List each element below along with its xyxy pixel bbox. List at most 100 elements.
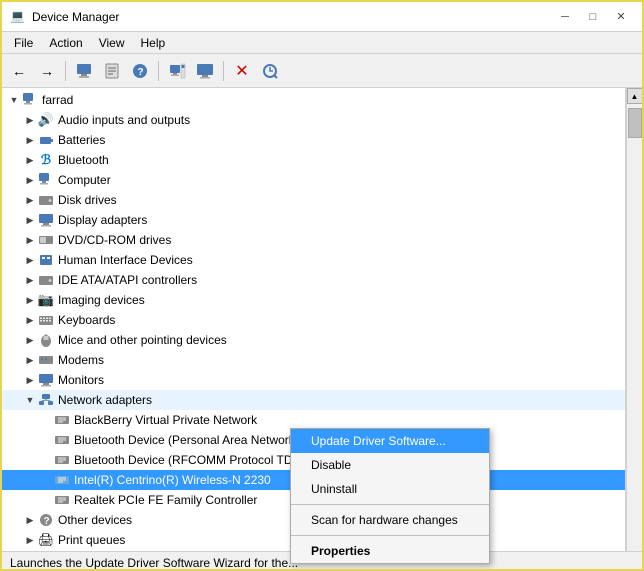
close-button[interactable]: ✕ (608, 8, 634, 26)
tree-item-mice[interactable]: ▶ Mice and other pointing devices (2, 330, 625, 350)
context-sep2 (291, 535, 489, 536)
toolbar-computer[interactable] (71, 58, 97, 84)
imaging-label: Imaging devices (58, 293, 145, 307)
menu-action[interactable]: Action (41, 34, 90, 51)
toolbar-scan[interactable] (257, 58, 283, 84)
context-properties[interactable]: Properties (291, 539, 489, 563)
status-text: Launches the Update Driver Software Wiza… (10, 556, 298, 570)
intel-label: Intel(R) Centrino(R) Wireless-N 2230 (74, 473, 271, 487)
title-bar: 💻 Device Manager ─ □ ✕ (2, 2, 642, 32)
networkadapters-label: Network adapters (58, 393, 152, 407)
tree-item-imaging[interactable]: ▶ 📷 Imaging devices (2, 290, 625, 310)
tree-item-modems[interactable]: ▶ Modems (2, 350, 625, 370)
menu-help[interactable]: Help (133, 34, 174, 51)
svg-text:?: ? (138, 67, 144, 78)
realtek-icon (54, 492, 70, 508)
mice-arrow: ▶ (22, 332, 38, 348)
root-label: farrad (42, 93, 73, 107)
bluetooth-arrow: ▶ (22, 152, 38, 168)
displayadapters-arrow: ▶ (22, 212, 38, 228)
ide-label: IDE ATA/ATAPI controllers (58, 273, 197, 287)
otherdevices-icon: ? (38, 512, 54, 528)
app-icon: 💻 (10, 9, 26, 25)
toolbar: ← → ? (2, 54, 642, 88)
keyboards-icon (38, 312, 54, 328)
context-menu: Update Driver Software... Disable Uninst… (290, 428, 490, 564)
realtek-label: Realtek PCIe FE Family Controller (74, 493, 257, 507)
modems-arrow: ▶ (22, 352, 38, 368)
monitor-icon (196, 62, 214, 80)
network-icon (38, 392, 54, 408)
tree-item-audio[interactable]: ▶ 🔊 Audio inputs and outputs (2, 110, 625, 130)
tree-item-ide[interactable]: ▶ IDE ATA/ATAPI controllers (2, 270, 625, 290)
computer-icon (75, 62, 93, 80)
audio-label: Audio inputs and outputs (58, 113, 190, 127)
toolbar-monitor[interactable] (192, 58, 218, 84)
menu-bar: File Action View Help (2, 32, 642, 54)
modems-icon (38, 352, 54, 368)
properties-icon (103, 62, 121, 80)
computer-label: Computer (58, 173, 111, 187)
hid-label: Human Interface Devices (58, 253, 193, 267)
tree-item-diskdrives[interactable]: ▶ Disk drives (2, 190, 625, 210)
diskdrives-arrow: ▶ (22, 192, 38, 208)
tree-item-batteries[interactable]: ▶ Batteries (2, 130, 625, 150)
toolbar-remove[interactable]: ✕ (229, 58, 255, 84)
tree-item-computer[interactable]: ▶ Computer (2, 170, 625, 190)
printqueues-label: Print queues (58, 533, 125, 547)
tree-item-monitors[interactable]: ▶ Monitors (2, 370, 625, 390)
bluetooth-label: Bluetooth (58, 153, 109, 167)
menu-file[interactable]: File (6, 34, 41, 51)
otherdevices-arrow: ▶ (22, 512, 38, 528)
dvd-arrow: ▶ (22, 232, 38, 248)
monitors-label: Monitors (58, 373, 104, 387)
btrfcomm-label: Bluetooth Device (RFCOMM Protocol TDI) (74, 453, 300, 467)
context-update-driver[interactable]: Update Driver Software... (291, 429, 489, 453)
btpan-label: Bluetooth Device (Personal Area Network) (74, 433, 299, 447)
maximize-button[interactable]: □ (580, 8, 606, 26)
displayadapters-label: Display adapters (58, 213, 147, 227)
scrollbar[interactable]: ▲ (626, 88, 642, 551)
bluetooth-icon: ℬ (38, 152, 54, 168)
tree-item-bluetooth[interactable]: ▶ ℬ Bluetooth (2, 150, 625, 170)
context-scan[interactable]: Scan for hardware changes (291, 508, 489, 532)
modems-label: Modems (58, 353, 104, 367)
batteries-arrow: ▶ (22, 132, 38, 148)
tree-item-dvd[interactable]: ▶ DVD/CD-ROM drives (2, 230, 625, 250)
tree-root[interactable]: ▼ farrad (2, 90, 625, 110)
menu-view[interactable]: View (91, 34, 133, 51)
toolbar-forward[interactable]: → (34, 58, 60, 84)
toolbar-back[interactable]: ← (6, 58, 32, 84)
hid-icon (38, 252, 54, 268)
context-uninstall[interactable]: Uninstall (291, 477, 489, 501)
printqueues-arrow: ▶ (22, 532, 38, 548)
tree-item-blackberry[interactable]: ▶ BlackBerry Virtual Private Network (2, 410, 625, 430)
scrollbar-up[interactable]: ▲ (627, 88, 643, 104)
scrollbar-thumb[interactable] (628, 108, 642, 138)
blackberry-label: BlackBerry Virtual Private Network (74, 413, 257, 427)
monitors-icon (38, 372, 54, 388)
hid-arrow: ▶ (22, 252, 38, 268)
otherdevices-label: Other devices (58, 513, 132, 527)
main-area: ▼ farrad ▶ 🔊 Audio inputs and outputs ▶ … (2, 88, 642, 551)
tree-item-networkadapters[interactable]: ▼ Network adapters (2, 390, 625, 410)
tree-item-displayadapters[interactable]: ▶ Display adapters (2, 210, 625, 230)
tree-item-keyboards[interactable]: ▶ Keyboards (2, 310, 625, 330)
minimize-button[interactable]: ─ (552, 8, 578, 26)
dvd-icon (38, 232, 54, 248)
batteries-icon (38, 132, 54, 148)
toolbar-help[interactable]: ? (127, 58, 153, 84)
printqueues-icon: 🖨 (38, 532, 54, 548)
mice-label: Mice and other pointing devices (58, 333, 227, 347)
audio-arrow: ▶ (22, 112, 38, 128)
diskdrives-icon (38, 192, 54, 208)
toolbar-devmgr[interactable] (164, 58, 190, 84)
monitors-arrow: ▶ (22, 372, 38, 388)
keyboards-label: Keyboards (58, 313, 115, 327)
ide-arrow: ▶ (22, 272, 38, 288)
scan-icon (261, 62, 279, 80)
computer-icon2 (38, 172, 54, 188)
tree-item-hid[interactable]: ▶ Human Interface Devices (2, 250, 625, 270)
toolbar-properties[interactable] (99, 58, 125, 84)
context-disable[interactable]: Disable (291, 453, 489, 477)
